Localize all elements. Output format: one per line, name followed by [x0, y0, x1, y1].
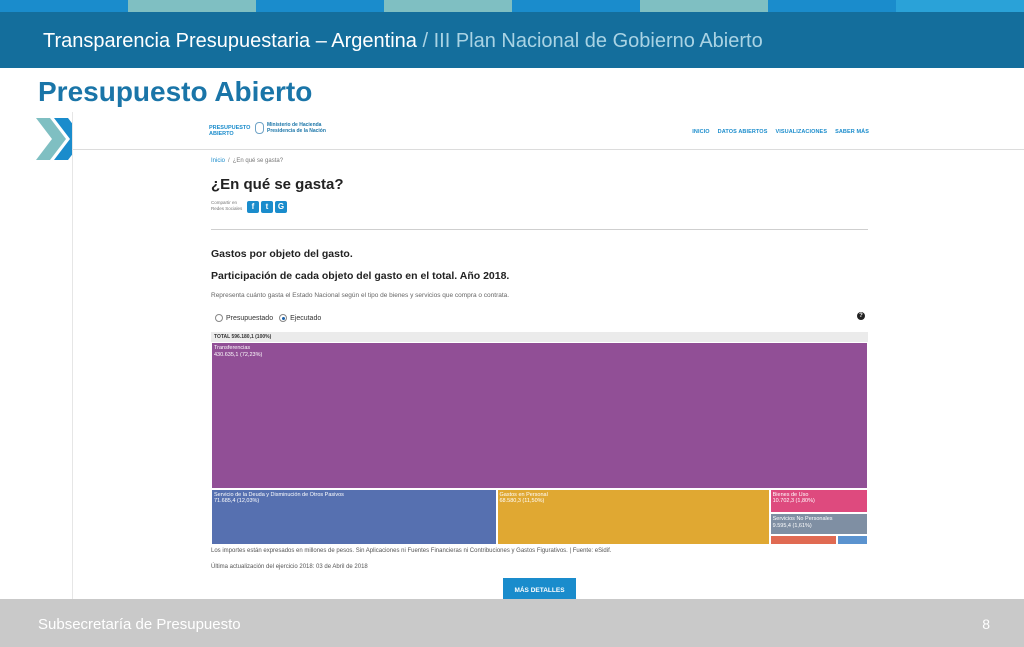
treemap-cell-5[interactable]	[769, 534, 837, 545]
treemap-cell-4[interactable]: Servicios No Personales 9.595,4 (1,61%)	[769, 513, 868, 535]
stripe-segment	[384, 0, 512, 12]
treemap-total[interactable]: TOTAL 596.180,1 (100%)	[211, 332, 868, 342]
site-header: PRESUPUESTO ABIERTO Ministerio de Hacien…	[73, 112, 1024, 150]
treemap-cell-3[interactable]: Bienes de Uso 10.702,3 (1,80%)	[769, 488, 868, 514]
page-title: ¿En qué se gasta?	[211, 176, 344, 193]
color-stripe	[0, 0, 1024, 12]
radio-presupuestado[interactable]	[215, 314, 223, 322]
breadcrumb: Inicio / ¿En qué se gasta?	[211, 158, 283, 164]
header-sub: III Plan Nacional de Gobierno Abierto	[433, 30, 763, 52]
stripe-segment	[512, 0, 640, 12]
nav-item-datos-abiertos[interactable]: DATOS ABIERTOS	[718, 129, 768, 135]
treemap-chart: TOTAL 596.180,1 (100%) Transferencias 430…	[211, 332, 868, 545]
nav-item-saber-mas[interactable]: SABER MÁS	[835, 129, 869, 135]
treemap-cell-1[interactable]: Servicio de la Deuda y Disminución de Ot…	[211, 488, 497, 545]
google-plus-icon[interactable]: G	[275, 201, 287, 213]
stripe-segment	[256, 0, 384, 12]
treemap-cell-6[interactable]	[836, 534, 868, 545]
header-main: Transparencia Presupuestaria – Argentina	[43, 30, 417, 52]
breadcrumb-current: ¿En qué se gasta?	[232, 158, 284, 164]
divider	[211, 229, 868, 230]
facebook-icon[interactable]: f	[247, 201, 259, 213]
stripe-segment	[128, 0, 256, 12]
nav-item-visualizaciones[interactable]: VISUALIZACIONES	[775, 129, 827, 135]
help-icon[interactable]: ?	[857, 312, 865, 320]
chart-description: Representa cuánto gasta el Estado Nacion…	[211, 292, 510, 299]
slide: Transparencia Presupuestaria – Argentina…	[0, 0, 1024, 647]
stripe-segment	[896, 0, 1024, 12]
stripe-segment	[640, 0, 768, 12]
slide-header-bar: Transparencia Presupuestaria – Argentina…	[0, 12, 1024, 68]
breadcrumb-home[interactable]: Inicio	[211, 158, 225, 164]
treemap-cell-label: Servicio de la Deuda y Disminución de Ot…	[214, 491, 344, 505]
section-title: Gastos por objeto del gasto.	[211, 248, 353, 260]
slide-title: Presupuesto Abierto	[38, 76, 313, 107]
treemap-cell-label: Bienes de Uso 10.702,3 (1,80%)	[772, 491, 815, 505]
treemap-cell-label: Transferencias 430.635,1 (72,23%)	[214, 345, 263, 358]
page-number: 8	[982, 616, 990, 632]
treemap-cell-label: Servicios No Personales 9.595,4 (1,61%)	[772, 516, 833, 529]
presupuesto-abierto-logo[interactable]: PRESUPUESTO ABIERTO	[209, 125, 250, 137]
budget-mode-selector: Presupuestado Ejecutado	[215, 314, 327, 322]
chart-title: Participación de cada objeto del gasto e…	[211, 270, 510, 282]
coat-of-arms-icon	[255, 122, 264, 134]
treemap-cell-0[interactable]: Transferencias 430.635,1 (72,23%)	[211, 342, 868, 489]
ministry-logo[interactable]: Ministerio de Hacienda Presidencia de la…	[255, 122, 326, 134]
header-separator: /	[416, 30, 434, 52]
slide-header-text: Transparencia Presupuestaria – Argentina…	[43, 30, 763, 53]
share-buttons: f t G	[247, 201, 287, 213]
share-label: Compartir en Redes Sociales	[211, 200, 243, 211]
radio-label-ejecutado[interactable]: Ejecutado	[290, 315, 321, 322]
stripe-segment	[768, 0, 896, 12]
last-updated: Última actualización del ejercicio 2018:…	[211, 564, 368, 570]
website-screenshot: PRESUPUESTO ABIERTO Ministerio de Hacien…	[72, 112, 1024, 602]
treemap-cell-label: Gastos en Personal 68.580,3 (11,50%)	[499, 491, 548, 505]
site-nav: INICIO DATOS ABIERTOS VISUALIZACIONES SA…	[692, 129, 869, 135]
amounts-note: Los importes están expresados en millone…	[211, 548, 612, 554]
radio-label-presupuestado[interactable]: Presupuestado	[226, 315, 273, 322]
footer-text: Subsecretaría de Presupuesto	[38, 616, 241, 633]
breadcrumb-separator: /	[228, 158, 230, 164]
treemap-cell-2[interactable]: Gastos en Personal 68.580,3 (11,50%)	[496, 488, 770, 545]
twitter-icon[interactable]: t	[261, 201, 273, 213]
radio-ejecutado[interactable]	[279, 314, 288, 322]
slide-footer: Subsecretaría de Presupuesto 8	[0, 599, 1024, 647]
nav-item-inicio[interactable]: INICIO	[692, 129, 709, 135]
stripe-segment	[0, 0, 128, 12]
